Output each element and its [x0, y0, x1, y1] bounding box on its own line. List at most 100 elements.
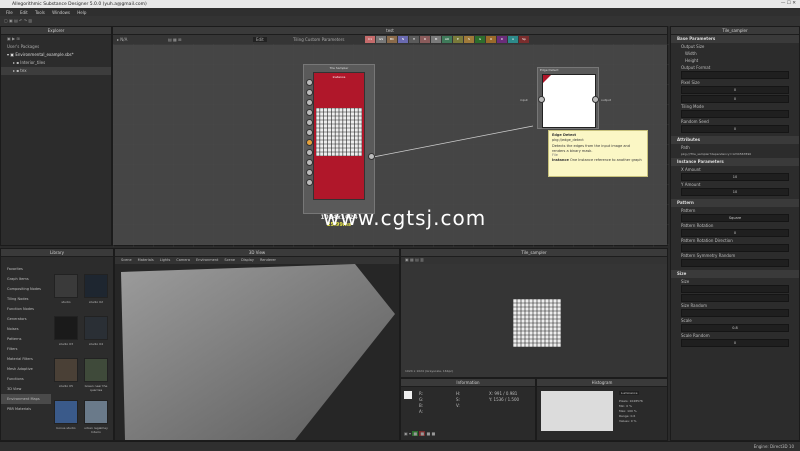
channel-swatch[interactable]: Sp	[519, 36, 529, 43]
library-thumbnail[interactable]	[84, 358, 108, 382]
section-pattern[interactable]: Pattern	[671, 199, 799, 207]
library-category[interactable]: Filters	[1, 344, 51, 354]
node-edge-input-pin[interactable]	[538, 96, 545, 103]
channel-swatch[interactable]: G	[475, 36, 485, 43]
view2d-toolbar[interactable]: ▣ ▦ ▤ ▥	[401, 257, 667, 264]
pixel-width-field[interactable]: 0	[681, 86, 789, 94]
channel-swatch[interactable]: GS	[376, 36, 386, 43]
node-input-pin[interactable]	[306, 89, 313, 96]
explorer-item-folder[interactable]: ▸ ▪ Interior_tiles	[1, 59, 111, 67]
library-thumbnail[interactable]	[54, 358, 78, 382]
view3d-menu-item[interactable]: Scene	[121, 258, 132, 262]
library-category[interactable]: Material Filters	[1, 354, 51, 364]
explorer-item-graph[interactable]: ▸ ▪ tex	[1, 67, 111, 75]
section-size[interactable]: Size	[671, 270, 799, 278]
node-input-pin[interactable]	[306, 179, 313, 186]
channel-swatch[interactable]: O	[486, 36, 496, 43]
library-category[interactable]: 3D View	[1, 384, 51, 394]
library-category[interactable]: Favorites	[1, 264, 51, 274]
channel-swatch[interactable]: AO	[442, 36, 452, 43]
menu-help[interactable]: Help	[77, 10, 86, 15]
channel-swatch[interactable]: BC	[387, 36, 397, 43]
node-input-pin[interactable]	[306, 119, 313, 126]
explorer-item-package[interactable]: ▾ ▣ Environmental_example.sbs*	[1, 51, 111, 59]
view2d-panel[interactable]: Tile_sampler ▣ ▦ ▤ ▥ 1024 x 1024 (Graysc…	[400, 248, 668, 378]
channel-swatch[interactable]: C1	[365, 36, 375, 43]
library-category[interactable]: Compositing Nodes	[1, 284, 51, 294]
channel-swatch[interactable]: D	[497, 36, 507, 43]
node-input-pin[interactable]	[306, 159, 313, 166]
library-category[interactable]: Tiling Nodes	[1, 294, 51, 304]
node-output-pin[interactable]	[368, 153, 375, 160]
window-controls[interactable]: — ☐ ✕	[781, 1, 796, 6]
pattern-rotation-select[interactable]: 0	[681, 229, 789, 237]
view3d-menu-item[interactable]: Scene	[224, 258, 235, 262]
node-input-pin[interactable]	[306, 169, 313, 176]
toolbar-icons[interactable]: ▢ ▣ ▤ ↶ ↷ ▥	[4, 18, 32, 23]
graph-param-select[interactable]: Tiling Custom Parameters	[293, 37, 345, 42]
graph-mode-select[interactable]: Edit	[253, 37, 267, 42]
library-thumbnail[interactable]	[84, 316, 108, 340]
view3d-menu-item[interactable]: Renderer	[260, 258, 276, 262]
node-input-pin[interactable]	[306, 129, 313, 136]
section-instance-params[interactable]: Instance Parameters	[671, 158, 799, 166]
node-input-pin[interactable]	[306, 79, 313, 86]
channel-swatch[interactable]: H	[409, 36, 419, 43]
library-category[interactable]: Mesh Adaptive	[1, 364, 51, 374]
view3d-panel[interactable]: 3D View Scene Materials Lights Camera Enviro…	[114, 248, 400, 441]
node-input-pin[interactable]	[306, 99, 313, 106]
menu-tools[interactable]: Tools	[35, 10, 45, 15]
scale-random-slider[interactable]: 0	[681, 339, 789, 347]
section-attributes[interactable]: Attributes	[671, 136, 799, 144]
node-edge-output-pin[interactable]	[592, 96, 599, 103]
info-toolbar[interactable]: ▣ ▾ ■ ■ ■ ■	[404, 431, 435, 436]
view3d-menu-item[interactable]: Camera	[176, 258, 190, 262]
view3d-menu-item[interactable]: Environment	[196, 258, 218, 262]
library-thumbnail[interactable]	[84, 274, 108, 298]
node-tile-sampler[interactable]: Tile Sampler Instance	[303, 64, 375, 214]
view3d-menu-item[interactable]: Materials	[138, 258, 154, 262]
explorer-toolbar[interactable]: ▣ ▶ ⊞	[1, 35, 111, 43]
pattern-symmetry-field[interactable]	[681, 259, 789, 267]
menu-file[interactable]: File	[6, 10, 13, 15]
view3d-menu-item[interactable]: Lights	[160, 258, 171, 262]
y-amount-slider[interactable]: 10	[681, 188, 789, 196]
size-y-field[interactable]	[681, 294, 789, 302]
channel-swatch[interactable]: A	[508, 36, 518, 43]
channel-swatch[interactable]: S	[464, 36, 474, 43]
node-input-pin[interactable]	[306, 139, 313, 146]
x-amount-slider[interactable]: 10	[681, 173, 789, 181]
graph-tool-icons[interactable]: ▤ ▦ ⊞	[168, 37, 181, 42]
section-base-params[interactable]: Base Parameters	[671, 35, 799, 43]
library-thumbnail[interactable]	[84, 400, 108, 424]
library-category[interactable]: Graph Items	[1, 274, 51, 284]
pixel-height-field[interactable]: 0	[681, 95, 789, 103]
library-thumbnail[interactable]	[54, 400, 78, 424]
library-category[interactable]: Patterns	[1, 334, 51, 344]
pattern-select[interactable]: Square	[681, 214, 789, 222]
library-thumbnail[interactable]	[54, 274, 78, 298]
menu-windows[interactable]: Windows	[52, 10, 70, 15]
channel-swatch[interactable]: E	[453, 36, 463, 43]
library-category[interactable]: Function Nodes	[1, 304, 51, 314]
library-category[interactable]: Generators	[1, 314, 51, 324]
random-seed-field[interactable]: 0	[681, 125, 789, 133]
channel-swatch[interactable]: N	[398, 36, 408, 43]
size-x-field[interactable]	[681, 285, 789, 293]
menu-edit[interactable]: Edit	[20, 10, 28, 15]
node-edge-detect[interactable]: Edge Detect	[537, 67, 599, 129]
library-category[interactable]: Environment Maps	[1, 394, 51, 404]
graph-zoom[interactable]: ▸ N/A	[117, 37, 127, 42]
output-format-field[interactable]	[681, 71, 789, 79]
view3d-menu-item[interactable]: Display	[241, 258, 254, 262]
view3d-viewport[interactable]	[115, 264, 399, 440]
histogram-channel-select[interactable]: Luminance	[619, 391, 640, 395]
library-category[interactable]: Noises	[1, 324, 51, 334]
channel-swatch[interactable]: M	[431, 36, 441, 43]
library-category[interactable]: Functions	[1, 374, 51, 384]
channel-swatch[interactable]: R	[420, 36, 430, 43]
library-category[interactable]: PBR Materials	[1, 404, 51, 414]
library-thumbnail[interactable]	[54, 316, 78, 340]
node-input-pin[interactable]	[306, 149, 313, 156]
node-input-pin[interactable]	[306, 109, 313, 116]
